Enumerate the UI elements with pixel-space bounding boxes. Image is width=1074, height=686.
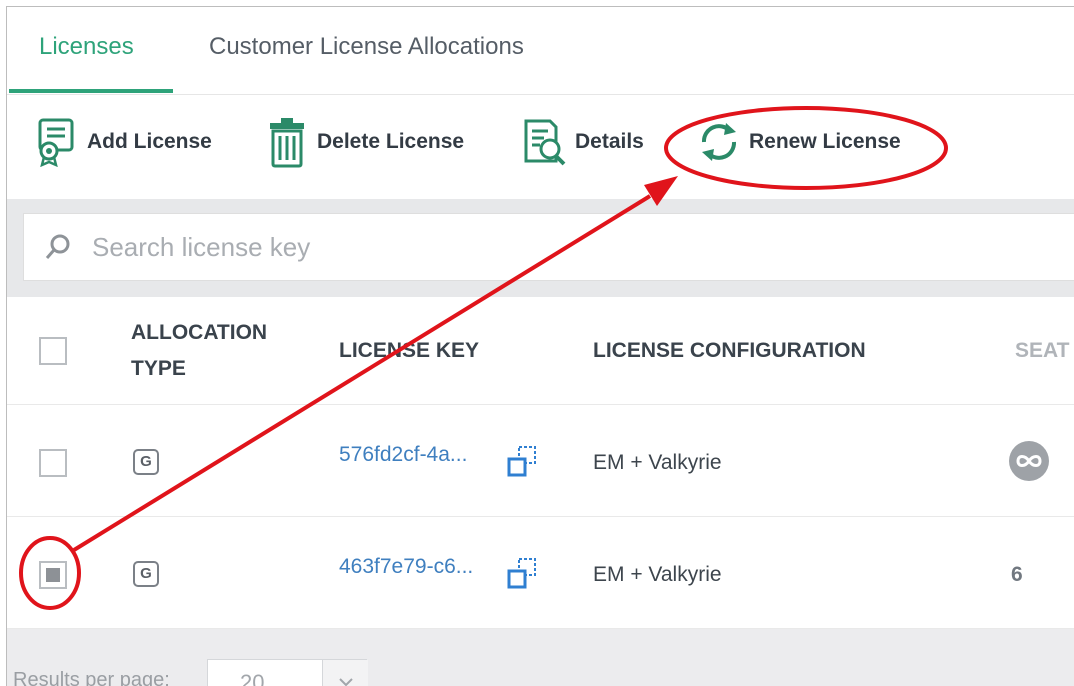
copy-icon[interactable] (505, 445, 539, 479)
search-box (23, 213, 1074, 281)
search-input[interactable] (92, 231, 692, 263)
delete-license-label: Delete License (317, 130, 465, 153)
license-key-link[interactable]: 463f7e79-c6... (339, 555, 473, 579)
table-row[interactable]: G 576fd2cf-4a... EM + Valkyrie (7, 405, 1074, 517)
refresh-icon (695, 115, 743, 169)
tab-bar: Licenses Customer License Allocations (7, 7, 1074, 95)
row-checkbox[interactable] (39, 561, 67, 589)
license-configuration-cell: EM + Valkyrie (593, 451, 722, 474)
add-license-button[interactable]: Add License (33, 115, 212, 169)
header-seats[interactable]: SEAT (1015, 333, 1069, 369)
seats-cell: 6 (1011, 563, 1023, 586)
results-per-page-select[interactable]: 20 (207, 659, 368, 686)
results-per-page-value: 20 (240, 670, 265, 686)
select-all-checkbox[interactable] (39, 337, 67, 365)
delete-license-button[interactable]: Delete License (263, 115, 464, 169)
details-label: Details (575, 130, 644, 153)
details-button[interactable]: Details (521, 115, 644, 169)
header-license-configuration[interactable]: LICENSE CONFIGURATION (593, 333, 866, 369)
table-header: ALLOCATION TYPE LICENSE KEY LICENSE CONF… (7, 297, 1074, 405)
renew-license-label: Renew License (749, 130, 901, 153)
header-allocation-type-line2: TYPE (131, 357, 186, 380)
tab-customer-license-allocations[interactable]: Customer License Allocations (209, 33, 524, 61)
document-search-icon (521, 115, 569, 169)
license-key-link[interactable]: 576fd2cf-4a... (339, 443, 467, 467)
licenses-table: ALLOCATION TYPE LICENSE KEY LICENSE CONF… (7, 297, 1074, 629)
table-row[interactable]: G 463f7e79-c6... EM + Valkyrie 6 (7, 517, 1074, 629)
search-bar-container (7, 199, 1074, 297)
toolbar: Add License Delete License Details Renew… (7, 95, 1074, 199)
results-per-page-label: Results per page: (13, 669, 170, 686)
header-license-key[interactable]: LICENSE KEY (339, 333, 479, 369)
trash-icon (263, 115, 311, 169)
chevron-down-icon (322, 660, 368, 686)
renew-license-button[interactable]: Renew License (695, 115, 901, 169)
header-allocation-type[interactable]: ALLOCATION TYPE (131, 315, 267, 387)
header-allocation-type-line1: ALLOCATION (131, 321, 268, 344)
row-checkbox[interactable] (39, 449, 67, 477)
add-license-label: Add License (87, 130, 212, 153)
tab-licenses[interactable]: Licenses (39, 33, 134, 61)
active-tab-indicator (9, 89, 173, 93)
pagination-footer: Results per page: 20 (7, 629, 1074, 686)
allocation-type-badge: G (133, 561, 159, 587)
copy-icon[interactable] (505, 557, 539, 591)
certificate-icon (33, 115, 81, 169)
licenses-panel: Licenses Customer License Allocations Ad… (6, 6, 1074, 686)
license-configuration-cell: EM + Valkyrie (593, 563, 722, 586)
infinity-icon (1009, 441, 1049, 481)
search-icon (44, 233, 84, 261)
allocation-type-badge: G (133, 449, 159, 475)
